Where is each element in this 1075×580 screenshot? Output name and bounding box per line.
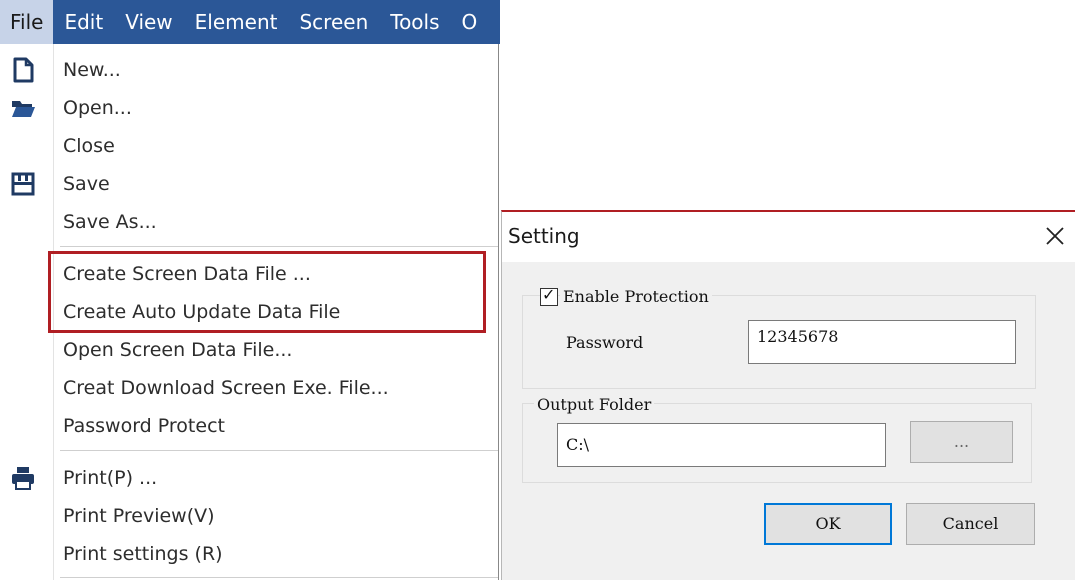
close-icon[interactable]	[1043, 224, 1067, 248]
menu-item-open-screen-data-file[interactable]: Open Screen Data File...	[0, 332, 498, 368]
enable-protection-checkbox[interactable]: ✓	[540, 285, 558, 306]
menu-item-close[interactable]: Close	[0, 128, 498, 164]
menu-item-open[interactable]: Open...	[0, 90, 498, 126]
menu-separator	[60, 246, 498, 247]
menu-item-label: Print Preview(V)	[63, 505, 215, 527]
menu-item-label: New...	[63, 59, 121, 81]
menu-item-label: Open...	[63, 97, 132, 119]
screenshot-stage: File Edit View Element Screen Tools O Ne…	[0, 0, 1075, 580]
menu-item-save[interactable]: Save	[0, 166, 498, 202]
cancel-button[interactable]: Cancel	[906, 503, 1035, 545]
menu-separator	[60, 577, 498, 578]
menu-bar: File Edit View Element Screen Tools O	[0, 0, 500, 44]
dialog-title: Setting	[508, 224, 580, 248]
menu-item-label: Creat Download Screen Exe. File...	[63, 377, 389, 399]
menu-edit[interactable]: Edit	[53, 0, 114, 44]
password-input[interactable]: 12345678	[748, 320, 1016, 364]
menu-separator	[60, 450, 498, 451]
menu-item-label: Save As...	[63, 211, 157, 233]
enable-protection-label: Enable Protection	[560, 287, 712, 306]
menu-item-save-as[interactable]: Save As...	[0, 204, 498, 240]
menu-item-label: Open Screen Data File...	[63, 339, 293, 361]
menu-item-print[interactable]: Print(P) ...	[0, 460, 498, 496]
menu-item-new[interactable]: New...	[0, 52, 498, 88]
highlight-annotation-box	[48, 251, 486, 333]
menu-item-label: Password Protect	[63, 415, 225, 437]
output-folder-label: Output Folder	[534, 395, 655, 414]
menu-file[interactable]: File	[0, 0, 54, 44]
menu-item-print-preview[interactable]: Print Preview(V)	[0, 498, 498, 534]
menu-item-creat-download-screen-exe[interactable]: Creat Download Screen Exe. File...	[0, 370, 498, 406]
save-disk-icon	[11, 172, 35, 196]
menu-element[interactable]: Element	[184, 0, 289, 44]
menu-item-label: Save	[63, 173, 110, 195]
ok-button[interactable]: OK	[764, 503, 892, 545]
menu-item-label: Print(P) ...	[63, 467, 158, 489]
open-folder-icon	[12, 101, 35, 117]
menu-item-label: Print settings (R)	[63, 543, 223, 565]
password-label: Password	[566, 333, 644, 352]
checkmark-icon: ✓	[542, 285, 556, 304]
menu-view[interactable]: View	[114, 0, 183, 44]
menu-item-print-settings[interactable]: Print settings (R)	[0, 536, 498, 572]
menu-item-label: Close	[63, 135, 115, 157]
menu-item-password-protect[interactable]: Password Protect	[0, 408, 498, 444]
menu-screen[interactable]: Screen	[288, 0, 379, 44]
output-folder-input[interactable]: C:\	[557, 423, 886, 467]
menu-tools[interactable]: Tools	[379, 0, 450, 44]
new-document-icon	[13, 57, 34, 83]
browse-folder-button[interactable]: ...	[910, 421, 1013, 463]
menu-truncated[interactable]: O	[451, 0, 489, 44]
file-menu-dropdown: New... Open... Close Save Save As... Cre…	[0, 44, 499, 580]
printer-icon	[12, 467, 34, 490]
dialog-titlebar: Setting	[502, 212, 1075, 262]
setting-dialog: Setting ✓ Enable Protection Password 123…	[501, 210, 1075, 580]
